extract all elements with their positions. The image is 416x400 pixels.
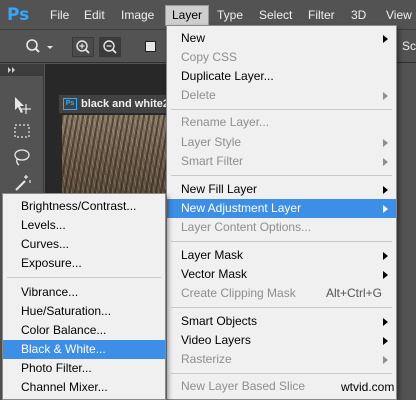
menu-separator [171,307,392,308]
submenu-arrow-icon [383,35,388,43]
menu-file[interactable]: File [44,6,75,25]
marquee-tool-icon[interactable] [11,120,33,142]
submenu-item-levels[interactable]: Levels... [3,216,165,235]
submenu-item-curves[interactable]: Curves... [3,235,165,254]
menu-item-delete[interactable]: Delete [167,86,396,105]
photoshop-logo: Ps [7,5,30,25]
submenu-arrow-icon [383,252,388,260]
submenu-arrow-icon [383,158,388,166]
move-tool-icon[interactable] [11,94,33,116]
document-image [62,115,172,205]
menu-item-smart-filter[interactable]: Smart Filter [167,152,396,171]
adjustment-layer-submenu: Brightness/Contrast... Levels... Curves.… [2,193,166,400]
tools-panel-header[interactable] [0,64,44,76]
menu-item-new-fill-layer[interactable]: New Fill Layer [167,180,396,199]
submenu-item-exposure[interactable]: Exposure... [3,254,165,273]
menu-item-vector-mask[interactable]: Vector Mask [167,265,396,284]
menu-image[interactable]: Image [115,6,160,25]
menu-item-rename-layer[interactable]: Rename Layer... [167,113,396,132]
layer-menu: New Copy CSS Duplicate Layer... Delete R… [166,25,397,400]
submenu-item-photo-filter[interactable]: Photo Filter... [3,359,165,378]
menu-separator [171,109,392,110]
option-checkbox[interactable] [145,41,156,52]
menu-item-layer-mask[interactable]: Layer Mask [167,246,396,265]
menu-item-layer-style[interactable]: Layer Style [167,133,396,152]
ps-document-icon: Ps [63,98,77,110]
watermark: wtvid.com [341,380,395,394]
submenu-arrow-icon [383,92,388,100]
menu-separator [7,277,161,278]
submenu-item-channel-mixer[interactable]: Channel Mixer... [3,378,165,397]
submenu-item-black-white[interactable]: Black & White... [3,340,165,359]
menu-separator [171,373,392,374]
submenu-arrow-icon [383,356,388,364]
submenu-item-color-balance[interactable]: Color Balance... [3,321,165,340]
menu-item-new-adjustment-layer[interactable]: New Adjustment Layer [167,199,396,218]
submenu-arrow-icon [383,139,388,147]
submenu-arrow-icon [383,186,388,194]
menu-item-copy-css[interactable]: Copy CSS [167,48,396,67]
menu-item-rasterize[interactable]: Rasterize [167,350,396,369]
menu-layer[interactable]: Layer [165,5,210,26]
menu-filter[interactable]: Filter [302,6,341,25]
submenu-arrow-icon [383,271,388,279]
submenu-item-hue-saturation[interactable]: Hue/Saturation... [3,302,165,321]
submenu-item-brightness-contrast[interactable]: Brightness/Contrast... [3,197,165,216]
zoom-in-icon[interactable] [72,37,94,57]
submenu-arrow-icon [383,337,388,345]
submenu-item-vibrance[interactable]: Vibrance... [3,283,165,302]
menu-type[interactable]: Type [211,6,249,25]
magic-wand-tool-icon[interactable] [11,172,33,194]
menu-item-duplicate-layer[interactable]: Duplicate Layer... [167,67,396,86]
document-tab-title: black and white2 [81,98,170,110]
menu-edit[interactable]: Edit [78,6,111,25]
menu-separator [171,241,392,242]
submenu-arrow-icon [383,318,388,326]
zoom-icon[interactable] [24,37,53,57]
menu-3d[interactable]: 3D [345,6,372,25]
menu-view[interactable]: View [380,6,416,25]
menu-item-create-clipping-mask[interactable]: Create Clipping Mask Alt+Ctrl+G [167,284,396,303]
menu-item-video-layers[interactable]: Video Layers [167,331,396,350]
menu-item-new[interactable]: New [167,29,396,48]
zoom-out-icon[interactable] [99,37,121,57]
option-label-truncated: Sc [402,39,416,53]
shortcut-label: Alt+Ctrl+G [325,286,382,300]
menu-select[interactable]: Select [253,6,298,25]
menu-separator [171,175,392,176]
submenu-arrow-icon [383,205,388,213]
menu-item-layer-content-options[interactable]: Layer Content Options... [167,218,396,237]
lasso-tool-icon[interactable] [11,146,33,168]
menu-item-smart-objects[interactable]: Smart Objects [167,312,396,331]
